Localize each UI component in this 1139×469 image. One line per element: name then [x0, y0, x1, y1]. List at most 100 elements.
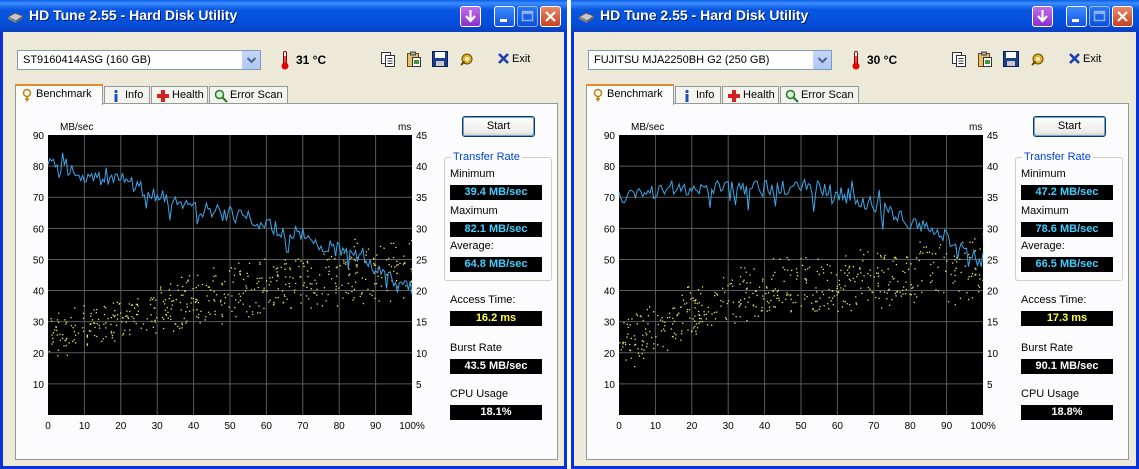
- access-time-point: [154, 319, 156, 321]
- access-time-point: [303, 284, 305, 287]
- access-time-point: [937, 266, 939, 269]
- tab-benchmark[interactable]: Benchmark: [586, 84, 674, 105]
- access-time-point: [867, 299, 869, 301]
- maximize-button[interactable]: [517, 6, 538, 27]
- close-icon: [1117, 11, 1128, 22]
- clipboard-icon[interactable]: [976, 50, 994, 68]
- access-time-point: [657, 315, 659, 317]
- access-time-point: [179, 327, 181, 330]
- chevron-down-icon[interactable]: [242, 51, 260, 69]
- minimum-label: Minimum: [450, 168, 495, 180]
- magnifier-icon: [214, 89, 228, 103]
- clipboard-icon[interactable]: [405, 50, 423, 68]
- access-time-point: [982, 233, 984, 235]
- access-time-point: [235, 299, 237, 301]
- access-time-point: [821, 291, 823, 293]
- tab-benchmark[interactable]: Benchmark: [15, 84, 103, 105]
- drive-select[interactable]: ST9160414ASG (160 GB): [17, 50, 261, 70]
- minimize-button[interactable]: [1066, 6, 1087, 27]
- access-time-point: [252, 313, 254, 316]
- save-icon[interactable]: [1002, 50, 1020, 68]
- access-time-point: [930, 274, 932, 277]
- tab-health[interactable]: Health: [722, 86, 779, 104]
- access-time-point: [133, 317, 135, 320]
- access-time-point: [214, 313, 216, 316]
- x-tick-label: 90: [370, 421, 382, 432]
- access-time-point: [867, 251, 869, 253]
- access-time-point: [256, 277, 258, 280]
- access-time-point: [249, 305, 251, 308]
- access-time-point: [263, 287, 265, 289]
- access-time-point: [151, 298, 154, 301]
- access-time-point: [816, 310, 818, 312]
- access-time-point: [666, 349, 669, 351]
- access-time-point: [935, 289, 937, 291]
- access-time-point: [64, 319, 66, 321]
- start-button[interactable]: Start: [1033, 116, 1106, 137]
- access-time-point: [795, 301, 797, 304]
- save-icon[interactable]: [431, 50, 449, 68]
- start-button[interactable]: Start: [462, 116, 535, 137]
- access-time-point: [739, 316, 741, 318]
- thermometer-icon: [281, 51, 289, 70]
- access-time-point: [51, 320, 53, 322]
- y-right-tick-label: 35: [987, 193, 999, 204]
- access-time-point: [740, 267, 742, 269]
- tab-error-scan[interactable]: Error Scan: [780, 86, 859, 104]
- copy-icon[interactable]: [950, 50, 968, 68]
- access-time-point: [693, 320, 696, 322]
- download-button[interactable]: [1032, 6, 1053, 27]
- exit-button[interactable]: Exit: [1068, 50, 1108, 70]
- download-button[interactable]: [460, 6, 481, 27]
- tab-info[interactable]: Info: [104, 86, 150, 104]
- maximize-button[interactable]: [1089, 6, 1110, 27]
- access-time-point: [800, 305, 802, 307]
- close-button[interactable]: [1112, 6, 1133, 27]
- tab-error-scan[interactable]: Error Scan: [209, 86, 288, 104]
- access-time-point: [877, 285, 879, 287]
- maximize-icon: [521, 10, 534, 22]
- options-icon[interactable]: [458, 50, 476, 68]
- y-left-tick-label: 60: [33, 224, 45, 235]
- access-time-point: [103, 305, 105, 308]
- access-time-point: [662, 328, 665, 330]
- access-time-point: [950, 273, 952, 276]
- access-time-point: [859, 268, 861, 270]
- access-time-point: [647, 323, 649, 325]
- title-bar[interactable]: HD Tune 2.55 - Hard Disk Utility: [571, 0, 1139, 32]
- title-bar[interactable]: HD Tune 2.55 - Hard Disk Utility: [0, 0, 567, 32]
- access-time-point: [661, 317, 663, 319]
- access-time-point: [314, 279, 316, 281]
- access-time-point: [716, 294, 719, 296]
- access-time-point: [696, 327, 699, 329]
- chevron-down-icon[interactable]: [813, 51, 831, 69]
- access-time-point: [952, 282, 954, 284]
- access-time-point: [828, 296, 830, 299]
- access-time-point: [800, 257, 802, 260]
- tab-health[interactable]: Health: [151, 86, 208, 104]
- exit-label: Exit: [512, 53, 531, 65]
- benchmark-panel: 0 10 20 30 40 50 60 70 80 90 100% 10 20 30 40 50 60 70 80 9…: [15, 103, 558, 460]
- access-time-point: [646, 343, 648, 345]
- access-time-point: [199, 322, 201, 324]
- minimize-button[interactable]: [494, 6, 515, 27]
- copy-icon[interactable]: [379, 50, 397, 68]
- access-time-point: [739, 304, 741, 306]
- access-time-point: [681, 330, 683, 332]
- access-time-point: [892, 278, 894, 280]
- tab-info[interactable]: Info: [675, 86, 721, 104]
- access-time-point: [57, 349, 60, 351]
- access-time-point: [699, 317, 701, 319]
- access-time-point: [768, 302, 770, 304]
- drive-select[interactable]: FUJITSU MJA2250BH G2 (250 GB): [588, 50, 832, 70]
- access-time-point: [695, 333, 697, 335]
- options-icon[interactable]: [1029, 50, 1047, 68]
- access-time-point: [180, 309, 182, 311]
- access-time-point: [221, 282, 223, 285]
- exit-button[interactable]: Exit: [497, 50, 537, 70]
- access-time-point: [97, 318, 100, 321]
- close-button[interactable]: [540, 6, 561, 27]
- access-time-point: [52, 337, 54, 340]
- access-time-point: [258, 280, 260, 283]
- access-time-point: [259, 277, 261, 279]
